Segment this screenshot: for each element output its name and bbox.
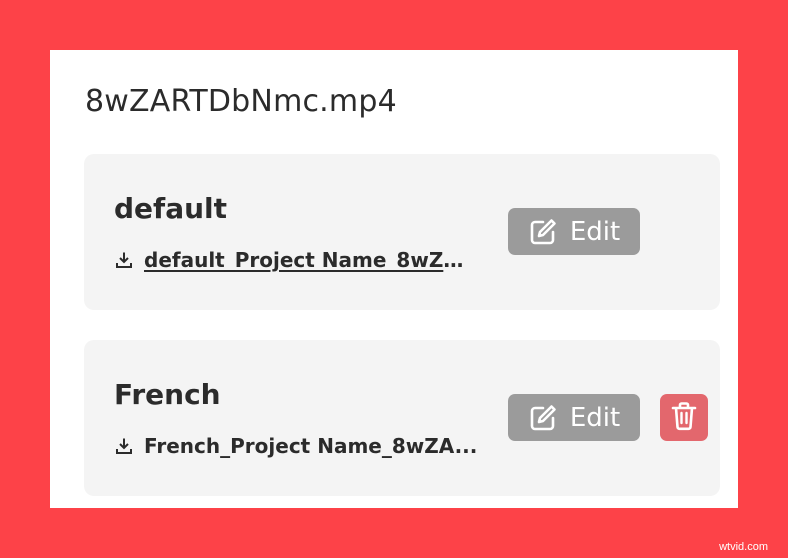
download-link[interactable]: default_Project Name_8wZA... <box>144 247 479 273</box>
file-title: 8wZARTDbNmc.mp4 <box>85 84 397 119</box>
edit-icon <box>528 403 558 433</box>
watermark: wtvid.com <box>719 541 768 553</box>
track-name: default <box>114 192 228 225</box>
trash-icon <box>670 401 698 435</box>
download-icon[interactable] <box>114 249 134 271</box>
subtitle-panel: 8wZARTDbNmc.mp4 default default_Project … <box>50 50 738 508</box>
edit-icon <box>528 217 558 247</box>
download-row[interactable]: French_Project Name_8wZA... <box>114 433 479 459</box>
edit-button[interactable]: Edit <box>508 394 640 441</box>
download-icon[interactable] <box>114 435 134 457</box>
delete-button[interactable] <box>660 394 708 441</box>
download-link[interactable]: French_Project Name_8wZA... <box>144 433 479 459</box>
track-name: French <box>114 378 221 411</box>
edit-button[interactable]: Edit <box>508 208 640 255</box>
edit-button-label: Edit <box>569 216 621 247</box>
download-row[interactable]: default_Project Name_8wZA... <box>114 247 479 273</box>
track-card-default: default default_Project Name_8wZA... Edi… <box>84 154 720 310</box>
track-card-french: French French_Project Name_8wZA... Edit <box>84 340 720 496</box>
edit-button-label: Edit <box>569 402 621 433</box>
